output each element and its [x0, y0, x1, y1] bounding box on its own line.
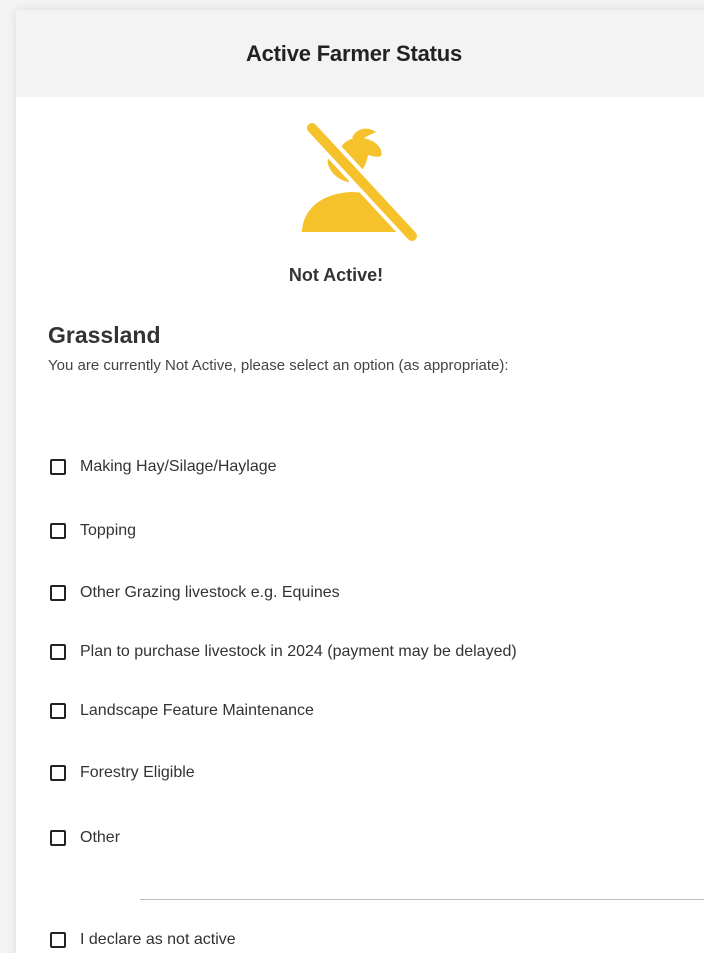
checkbox[interactable] — [50, 644, 66, 660]
option-label: Other Grazing livestock e.g. Equines — [80, 584, 340, 601]
option-forestry-eligible[interactable]: Forestry Eligible — [50, 764, 195, 782]
declaration-not-active[interactable]: I declare as not active — [50, 931, 236, 949]
checkbox[interactable] — [50, 932, 66, 948]
instructions-text: You are currently Not Active, please sel… — [48, 357, 509, 374]
status-text: Not Active! — [288, 265, 384, 285]
checkbox[interactable] — [50, 585, 66, 601]
option-landscape-feature-maintenance[interactable]: Landscape Feature Maintenance — [50, 702, 314, 720]
checkbox[interactable] — [50, 830, 66, 846]
option-other-grazing-livestock[interactable]: Other Grazing livestock e.g. Equines — [50, 584, 340, 602]
card-title: Active Farmer Status — [245, 40, 463, 66]
section-title-grassland: Grassland — [48, 322, 161, 348]
checkbox[interactable] — [50, 523, 66, 539]
option-other[interactable]: Other — [50, 829, 120, 847]
card-header: Active Farmer Status — [16, 10, 704, 97]
checkbox[interactable] — [50, 459, 66, 475]
declaration-label: I declare as not active — [80, 931, 236, 948]
option-plan-to-purchase-livestock[interactable]: Plan to purchase livestock in 2024 (paym… — [50, 643, 517, 661]
option-label: Landscape Feature Maintenance — [80, 702, 314, 719]
option-label: Topping — [80, 522, 137, 539]
option-label: Forestry Eligible — [80, 764, 195, 781]
option-making-hay[interactable]: Making Hay/Silage/Haylage — [50, 458, 277, 476]
not-active-farmer-icon — [302, 121, 423, 245]
option-label: Making Hay/Silage/Haylage — [80, 458, 277, 475]
option-label: Plan to purchase livestock in 2024 (paym… — [80, 643, 517, 660]
divider — [140, 899, 704, 900]
page: Active Farmer Status Not Active! Grassla… — [0, 0, 704, 953]
checkbox[interactable] — [50, 703, 66, 719]
checkbox[interactable] — [50, 765, 66, 781]
option-label: Other — [80, 829, 121, 846]
option-topping[interactable]: Topping — [50, 522, 136, 540]
